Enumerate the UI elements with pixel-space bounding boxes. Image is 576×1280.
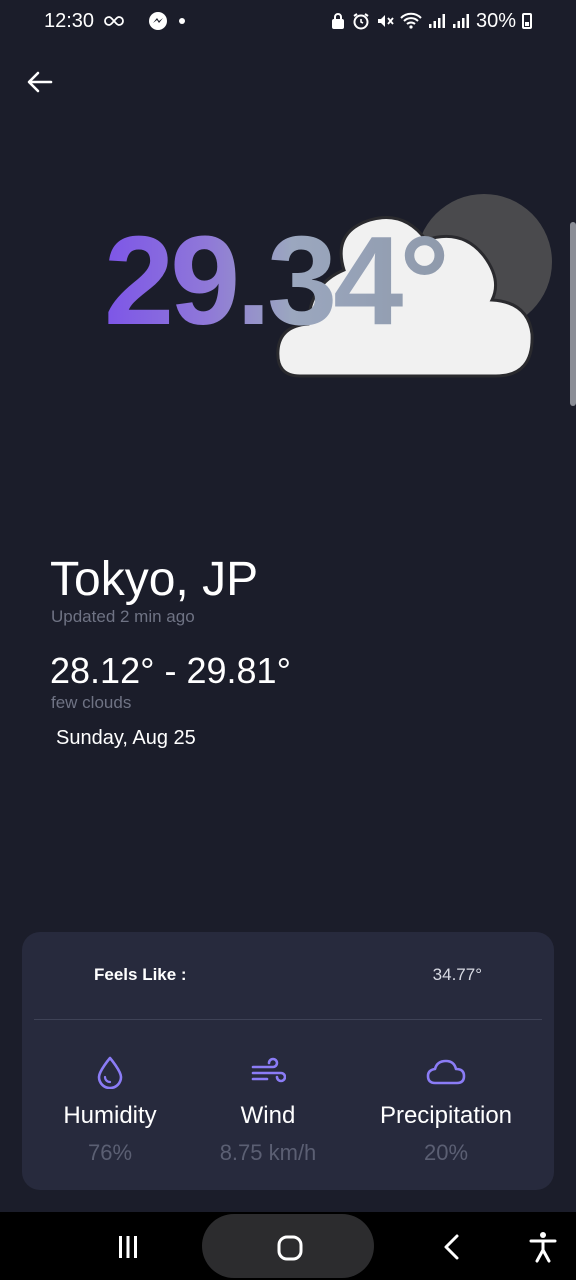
- lock-icon: [330, 12, 346, 30]
- wind-icon: [250, 1052, 286, 1092]
- infinity-icon: [104, 14, 124, 28]
- home-icon[interactable]: [270, 1234, 310, 1262]
- droplet-icon: [95, 1052, 125, 1092]
- status-bar: 12:30 30%: [0, 0, 576, 42]
- city-name: Tokyo, JP: [50, 553, 259, 606]
- accessibility-icon[interactable]: [526, 1230, 560, 1264]
- temperature-range: 28.12° - 29.81°: [50, 650, 291, 691]
- stat-value: 76%: [87, 1140, 133, 1165]
- stat-label: Precipitation: [379, 1102, 513, 1129]
- weather-condition: few clouds: [51, 693, 132, 712]
- back-button[interactable]: [20, 62, 60, 102]
- messenger-icon: [148, 11, 168, 31]
- signal-icon: [428, 13, 446, 29]
- status-right: 30%: [330, 10, 532, 33]
- status-time: 12:30: [44, 9, 95, 32]
- stat-precipitation: Precipitation 20%: [338, 1052, 554, 1166]
- current-temperature: 29.34°: [104, 210, 450, 351]
- stat-value: 20%: [423, 1140, 469, 1165]
- recent-apps-icon[interactable]: [108, 1232, 148, 1262]
- feels-like-label: Feels Like :: [94, 965, 187, 984]
- weather-detail-screen: 12:30 30% 29.34° Tokyo, JP Updated 2 min…: [0, 0, 576, 1280]
- wifi-icon: [400, 12, 422, 30]
- stats-row: Humidity 76% Wind 8.75 km/h Precipitatio…: [22, 1052, 554, 1166]
- mute-icon: [376, 12, 394, 30]
- details-card: Feels Like : 34.77° Humidity 76% Wind 8.…: [22, 932, 554, 1190]
- current-date: Sunday, Aug 25: [56, 727, 196, 749]
- stat-humidity: Humidity 76%: [22, 1052, 198, 1166]
- cloud-icon: [425, 1052, 467, 1092]
- battery-icon: [522, 13, 532, 29]
- divider: [34, 1019, 542, 1020]
- updated-time: Updated 2 min ago: [51, 607, 195, 626]
- stat-value: 8.75 km/h: [219, 1140, 317, 1165]
- battery-percent: 30%: [475, 9, 516, 32]
- arrow-left-icon: [27, 71, 53, 93]
- system-nav-bar: [0, 1212, 576, 1280]
- stat-wind: Wind 8.75 km/h: [198, 1052, 338, 1166]
- feels-like-row: Feels Like : 34.77°: [22, 932, 554, 1018]
- feels-like-value: 34.77°: [432, 965, 482, 984]
- back-icon[interactable]: [436, 1232, 468, 1262]
- hero: 29.34°: [0, 170, 576, 410]
- stat-label: Wind: [240, 1102, 296, 1129]
- dot-icon: [178, 17, 186, 25]
- stat-label: Humidity: [63, 1102, 157, 1129]
- status-left: 12:30: [44, 10, 186, 33]
- signal-icon: [452, 13, 470, 29]
- alarm-icon: [352, 12, 370, 30]
